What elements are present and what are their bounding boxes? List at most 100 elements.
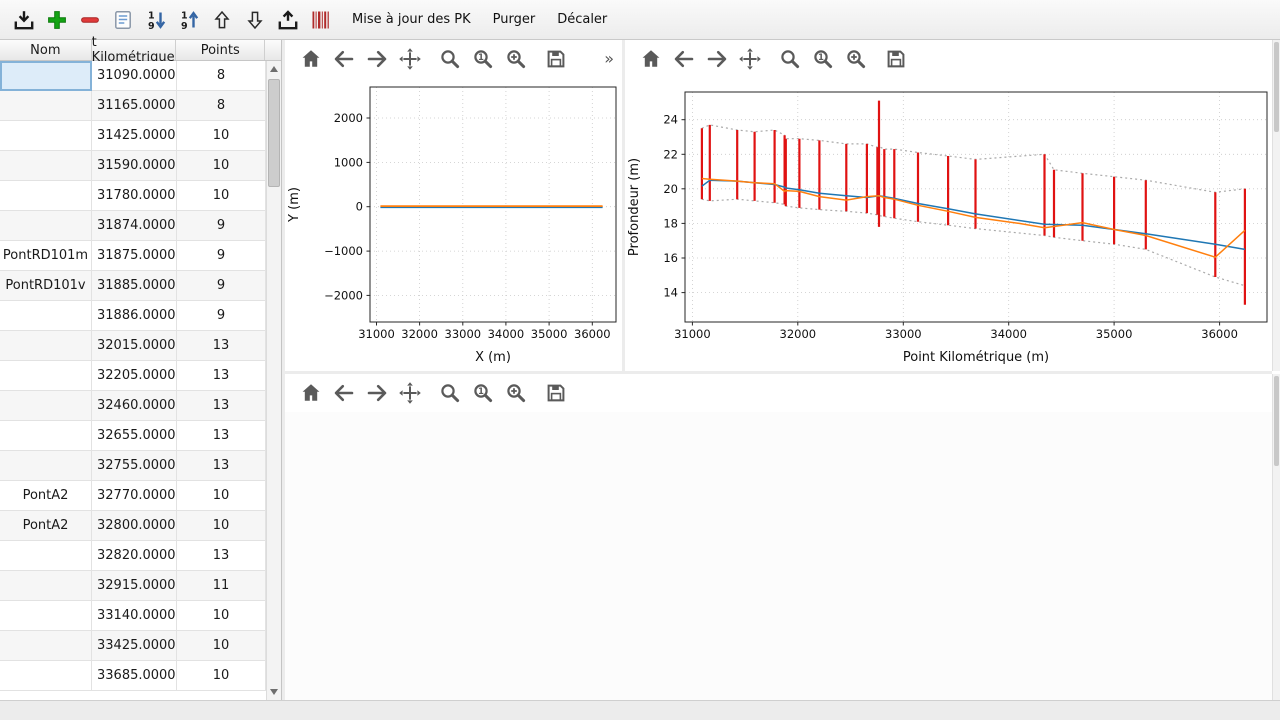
table-row[interactable]: 31425.000010 [0,121,266,151]
zoom-one-button[interactable]: 1 [471,381,495,405]
zoom-one-button[interactable]: 1 [811,47,835,71]
table-cell[interactable]: 31875.0000 [92,241,177,271]
table-cell[interactable]: 32015.0000 [92,331,177,361]
zoom-button[interactable] [438,47,462,71]
shift-button[interactable]: Décaler [547,6,617,34]
table-cell[interactable]: 9 [177,301,266,331]
table-cell[interactable] [0,331,92,361]
table-cell[interactable]: 31780.0000 [92,181,177,211]
xy-plot-canvas[interactable]: 310003200033000340003500036000−2000−1000… [285,78,622,370]
edit-notes-button[interactable] [109,5,137,35]
delete-row-button[interactable] [76,5,104,35]
table-cell[interactable] [0,541,92,571]
import-button[interactable] [10,5,38,35]
table-row[interactable]: 32915.000011 [0,571,266,601]
zoom-plus-button[interactable] [504,47,528,71]
table-cell[interactable] [0,421,92,451]
plots-vertical-scrollbar[interactable] [1272,40,1280,371]
table-row[interactable]: 32015.000013 [0,331,266,361]
table-cell[interactable]: 32800.0000 [92,511,177,541]
scroll-up-icon[interactable] [270,66,278,72]
pan-button[interactable] [398,381,422,405]
table-cell[interactable] [0,661,92,691]
table-cell[interactable] [0,121,92,151]
table-cell[interactable] [0,181,92,211]
table-cell[interactable]: 13 [177,361,266,391]
column-header-point-kilometrique[interactable]: t Kilométrique [92,40,177,60]
table-cell[interactable]: 32655.0000 [92,421,177,451]
pan-button[interactable] [398,47,422,71]
zoom-button[interactable] [778,47,802,71]
profiles-button[interactable] [307,5,335,35]
home-button[interactable] [639,47,663,71]
table-cell[interactable]: 32205.0000 [92,361,177,391]
back-button[interactable] [332,47,356,71]
bottom-vertical-scrollbar[interactable] [1272,374,1280,700]
table-cell[interactable]: 13 [177,421,266,451]
table-row[interactable]: 32460.000013 [0,391,266,421]
table-cell[interactable]: 9 [177,211,266,241]
forward-button[interactable] [365,47,389,71]
table-cell[interactable]: 32755.0000 [92,451,177,481]
update-pk-button[interactable]: Mise à jour des PK [342,6,481,34]
bottom-plot-canvas[interactable] [285,412,1272,700]
forward-button[interactable] [705,47,729,71]
table-cell[interactable] [0,451,92,481]
sort-ascending-button[interactable]: 19 [175,5,203,35]
table-row[interactable]: PontRD101m31875.00009 [0,241,266,271]
add-row-button[interactable] [43,5,71,35]
table-cell[interactable]: 11 [177,571,266,601]
export-button[interactable] [274,5,302,35]
table-row[interactable]: 31165.00008 [0,91,266,121]
zoom-button[interactable] [438,381,462,405]
table-cell[interactable]: 13 [177,451,266,481]
purge-button[interactable]: Purger [483,6,546,34]
table-row[interactable]: 32755.000013 [0,451,266,481]
table-cell[interactable] [0,91,92,121]
move-up-button[interactable] [208,5,236,35]
table-row[interactable]: 32205.000013 [0,361,266,391]
back-button[interactable] [332,381,356,405]
table-cell[interactable]: 33685.0000 [92,661,177,691]
move-down-button[interactable] [241,5,269,35]
profile-plot-canvas[interactable]: 3100032000330003400035000360001416182022… [625,78,1270,370]
table-row[interactable]: PontA232770.000010 [0,481,266,511]
table-vertical-scrollbar[interactable] [266,61,281,700]
scrollbar-thumb[interactable] [1274,42,1279,132]
back-button[interactable] [672,47,696,71]
table-cell[interactable]: 33425.0000 [92,631,177,661]
column-header-points[interactable]: Points [176,40,265,60]
table-cell[interactable]: 9 [177,241,266,271]
table-cell[interactable]: 31874.0000 [92,211,177,241]
save-button[interactable] [884,47,908,71]
table-row[interactable]: 32820.000013 [0,541,266,571]
table-cell[interactable]: 32460.0000 [92,391,177,421]
pan-button[interactable] [738,47,762,71]
table-cell[interactable]: 10 [177,181,266,211]
table-cell[interactable]: 32915.0000 [92,571,177,601]
table-cell[interactable]: 8 [177,61,266,91]
table-cell[interactable]: PontA2 [0,481,92,511]
table-cell[interactable]: 13 [177,391,266,421]
table-cell[interactable] [0,361,92,391]
table-cell[interactable] [0,61,92,91]
table-cell[interactable] [0,571,92,601]
table-cell[interactable]: 32770.0000 [92,481,177,511]
table-cell[interactable]: 31590.0000 [92,151,177,181]
table-cell[interactable]: 10 [177,631,266,661]
table-cell[interactable]: 10 [177,661,266,691]
table-cell[interactable]: 31165.0000 [92,91,177,121]
table-row[interactable]: 31780.000010 [0,181,266,211]
table-cell[interactable]: 31425.0000 [92,121,177,151]
table-cell[interactable]: PontA2 [0,511,92,541]
table-row[interactable]: 33425.000010 [0,631,266,661]
table-cell[interactable] [0,211,92,241]
table-cell[interactable]: 33140.0000 [92,601,177,631]
table-row[interactable]: 31090.00008 [0,61,266,91]
zoom-plus-button[interactable] [504,381,528,405]
table-cell[interactable]: 31885.0000 [92,271,177,301]
table-cell[interactable]: 10 [177,511,266,541]
table-row[interactable]: 31874.00009 [0,211,266,241]
save-button[interactable] [544,47,568,71]
table-cell[interactable]: 10 [177,151,266,181]
